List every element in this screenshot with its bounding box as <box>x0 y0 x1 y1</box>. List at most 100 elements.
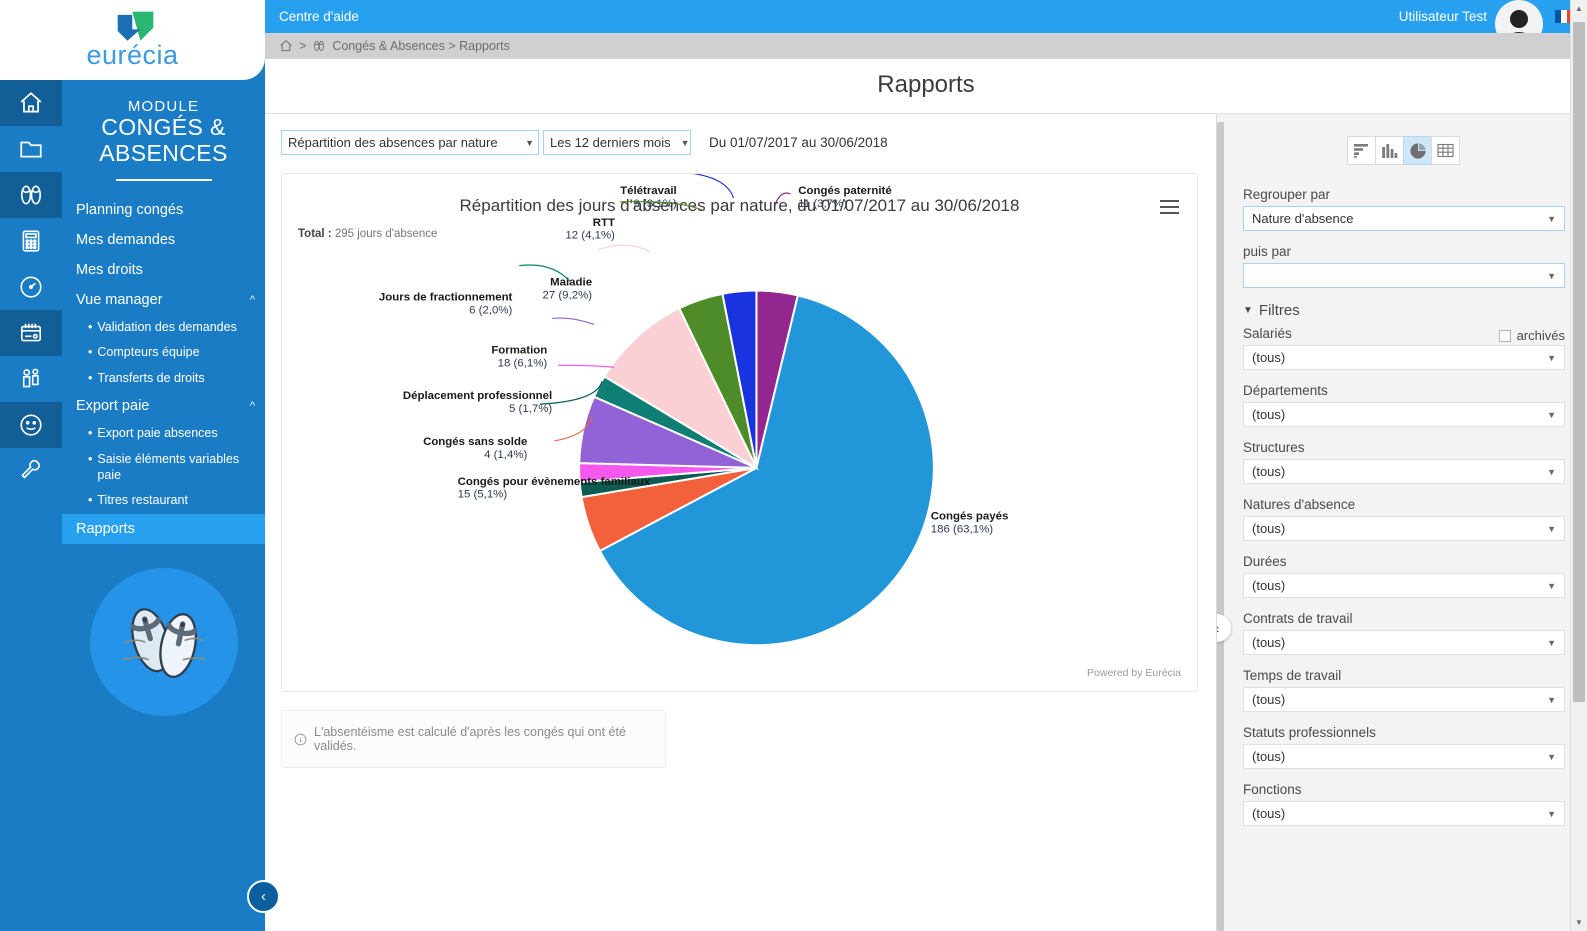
chevron-down-icon: ▼ <box>1547 808 1556 819</box>
module-header: MODULE CONGÉS & ABSENCES <box>62 86 265 167</box>
scrollbar-thumb[interactable] <box>1573 22 1585 702</box>
scroll-down-arrow-icon[interactable]: ▼ <box>1571 914 1587 931</box>
sidebar-item-mes-demandes[interactable]: Mes demandes <box>62 225 265 255</box>
breadcrumb: > Congés & Absences > Rapports <box>265 33 1587 59</box>
main-area: Centre d'aide Utilisateur Test > Congés … <box>265 0 1587 931</box>
sidebar-item-rapports[interactable]: Rapports <box>62 513 265 544</box>
sidebar-group-vue-manager[interactable]: Vue manager ^ <box>62 285 265 315</box>
filter-select-statuts-professionnels[interactable]: (tous) ▼ <box>1243 744 1565 769</box>
then-by-label: puis par <box>1243 244 1292 259</box>
sidebar-group-export-paie[interactable]: Export paie ^ <box>62 391 265 421</box>
sidebar-item-compteurs-equipe[interactable]: • Compteurs équipe <box>62 340 265 366</box>
pie-slice-label: Congés sans solde <box>423 436 527 448</box>
chevron-up-icon: ^ <box>249 293 255 306</box>
pie-slice-label: Congés pour évènements familiaux <box>458 476 651 488</box>
archived-checkbox[interactable]: archivés <box>1498 328 1565 343</box>
sidebar-item-mes-droits[interactable]: Mes droits <box>62 255 265 285</box>
people-icon[interactable] <box>0 356 62 402</box>
chevron-down-icon: ▼ <box>1547 580 1556 591</box>
pie-chart-svg[interactable]: Congés payés186 (63,1%)Congés paternité1… <box>282 171 1197 691</box>
filter-select-salaries[interactable]: (tous) ▼ <box>1243 345 1565 370</box>
pie-slice-value: 12 (4,1%) <box>565 230 615 242</box>
sidebar-item-label: Titres restaurant <box>97 493 188 508</box>
chevron-down-icon: ▼ <box>1547 270 1556 281</box>
speedometer-icon[interactable] <box>0 264 62 310</box>
pie-slice-value: 27 (9,2%) <box>542 290 592 302</box>
top-bar: Centre d'aide Utilisateur Test <box>265 0 1587 48</box>
filter-label: Salariés <box>1243 326 1292 341</box>
smiley-icon[interactable] <box>0 402 62 448</box>
flipflop-illustration-icon <box>122 608 205 678</box>
pie-slice-label: Maladie <box>550 277 592 289</box>
sidebar-item-titres-restaurant[interactable]: • Titres restaurant <box>62 488 265 514</box>
page-title: Rapports <box>265 59 1587 114</box>
period-select[interactable]: Les 12 derniers mois ▼ <box>543 130 691 155</box>
filter-select-temps-travail[interactable]: (tous) ▼ <box>1243 687 1565 712</box>
filter-label: Natures d'absence <box>1243 497 1356 512</box>
triangle-down-icon: ▼ <box>1243 305 1253 316</box>
filter-select-structures[interactable]: (tous) ▼ <box>1243 459 1565 484</box>
user-name-label[interactable]: Utilisateur Test <box>1399 9 1487 24</box>
filter-select-natures-absence[interactable]: (tous) ▼ <box>1243 516 1565 541</box>
breadcrumb-path[interactable]: Congés & Absences > Rapports <box>332 39 510 53</box>
calculator-icon[interactable] <box>0 218 62 264</box>
browser-scrollbar[interactable]: ▲ ▼ <box>1570 0 1587 931</box>
sidebar-collapse-button[interactable]: ‹ <box>247 880 280 913</box>
filter-label: Structures <box>1243 440 1305 455</box>
sidebar-item-label: Mes demandes <box>76 231 176 248</box>
pie-slice-value: 18 (6,1%) <box>498 357 548 369</box>
archived-label: archivés <box>1516 328 1565 343</box>
filter-value: (tous) <box>1252 521 1286 536</box>
pie-label-connector <box>681 171 735 199</box>
home-icon[interactable] <box>279 39 293 53</box>
filter-select-departements[interactable]: (tous) ▼ <box>1243 402 1565 427</box>
bullet-icon: • <box>88 370 93 385</box>
checkbox-icon <box>1498 329 1511 342</box>
sidebar-item-transferts-de-droits[interactable]: • Transferts de droits <box>62 366 265 392</box>
filter-value: (tous) <box>1252 692 1286 707</box>
folder-icon[interactable] <box>0 126 62 172</box>
chevron-down-icon: ▼ <box>1547 694 1556 705</box>
flipflop-icon[interactable] <box>0 172 62 218</box>
pie-slice-label: Télétravail <box>620 185 677 197</box>
filters-section-header[interactable]: ▼ Filtres <box>1243 302 1565 319</box>
app-logo[interactable]: eurécia <box>0 0 265 80</box>
pie-slice-value: 9 (3,1%) <box>634 198 677 210</box>
wrench-icon[interactable] <box>0 448 62 494</box>
then-by-select[interactable]: ▼ <box>1243 263 1565 288</box>
panel-left-rail <box>1217 122 1224 931</box>
pie-chart-icon[interactable] <box>1403 136 1432 165</box>
home-icon[interactable] <box>0 80 62 126</box>
panel-collapse-button[interactable]: ‹ <box>1217 614 1231 642</box>
chevron-down-icon: ▼ <box>1547 213 1556 224</box>
group-by-select[interactable]: Nature d'absence ▼ <box>1243 206 1565 231</box>
bullet-icon: • <box>88 345 93 360</box>
filter-select-contrats-travail[interactable]: (tous) ▼ <box>1243 630 1565 655</box>
scroll-up-arrow-icon[interactable]: ▲ <box>1571 0 1587 17</box>
info-icon <box>294 733 307 745</box>
filter-value: (tous) <box>1252 464 1286 479</box>
filter-value: (tous) <box>1252 749 1286 764</box>
sidebar-item-planning-conges[interactable]: Planning congés <box>62 195 265 225</box>
app-root: eurécia MODULE CONGÉS & ABSENCES Plannin… <box>0 0 1587 931</box>
vertical-bar-chart-icon[interactable] <box>1375 136 1404 165</box>
chevron-down-icon: ▼ <box>1547 523 1556 534</box>
table-icon[interactable] <box>1431 136 1460 165</box>
sidebar-item-validation-des-demandes[interactable]: • Validation des demandes <box>62 315 265 341</box>
filter-label: Départements <box>1243 383 1328 398</box>
sidebar-item-label: Rapports <box>76 520 135 537</box>
sidebar-item-saisie-elements-variables-paie[interactable]: • Saisie éléments variables paie <box>62 447 265 488</box>
help-center-link[interactable]: Centre d'aide <box>279 9 359 24</box>
group-by-label: Regrouper par <box>1243 187 1331 202</box>
pie-label-connector <box>774 192 791 205</box>
report-type-value: Répartition des absences par nature <box>288 135 498 150</box>
sidebar-item-export-paie-absences[interactable]: • Export paie absences <box>62 421 265 447</box>
report-type-select[interactable]: Répartition des absences par nature ▼ <box>281 130 539 155</box>
pie-slice-value: 186 (63,1%) <box>931 524 993 536</box>
filter-select-durees[interactable]: (tous) ▼ <box>1243 573 1565 598</box>
calendar-icon[interactable] <box>0 310 62 356</box>
horizontal-bar-chart-icon[interactable] <box>1347 136 1376 165</box>
salaries-filter-header: Salariés archivés <box>1243 326 1565 345</box>
filter-value: (tous) <box>1252 635 1286 650</box>
filter-select-fonctions[interactable]: (tous) ▼ <box>1243 801 1565 826</box>
